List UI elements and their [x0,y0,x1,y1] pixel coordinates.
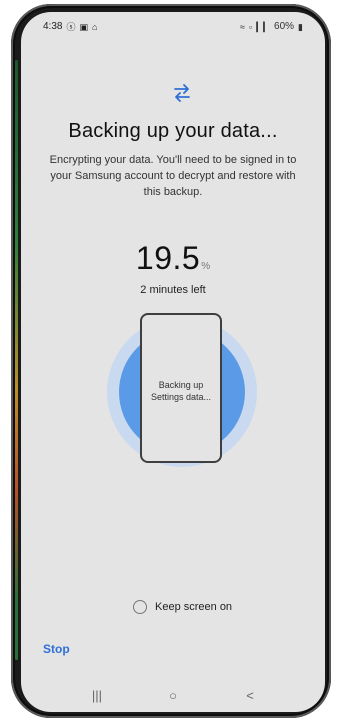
navigation-bar: ||| ○ < [21,680,325,712]
lock-icon: ⌂ [92,21,98,32]
page-subtitle: Encrypting your data. You'll need to be … [49,154,297,198]
status-left: 4:38 ⓢ ▣ ⌂ [43,21,97,32]
keep-screen-on-label: Keep screen on [155,601,233,613]
battery-icon: ▮ [298,21,303,32]
edge-accent [15,60,18,660]
phone-status-label: Backing up Settings data... [142,379,220,403]
keep-screen-on-radio[interactable] [133,600,147,614]
battery-percent: 60% [274,21,295,32]
phone-status-line2: Settings data... [150,392,212,402]
home-icon: ○ [169,687,177,703]
recents-button[interactable]: ||| [85,686,109,704]
progress-value: 19.5 [135,240,201,276]
status-time: 4:38 [43,21,63,32]
progress-readout: 19.5% [21,240,325,277]
wifi-icon: ≈ [240,21,245,32]
signal-bars-icon: ▎▎ [256,21,271,32]
transfer-arrows-icon [174,84,190,102]
status-right: ≈ ▫ ▎▎ 60% ▮ [240,21,303,32]
recents-icon: ||| [91,687,103,703]
back-button[interactable]: < [238,686,262,704]
home-button[interactable]: ○ [161,686,185,704]
back-icon: < [246,687,254,703]
phone-illustration: Backing up Settings data... [140,313,222,463]
signal-s-icon: ⓢ [66,21,76,32]
stop-button[interactable]: Stop [43,642,70,656]
keep-screen-on-option[interactable]: Keep screen on [133,600,232,614]
screen: 4:38 ⓢ ▣ ⌂ ≈ ▫ ▎▎ 60% ▮ Backing up your … [21,12,325,712]
status-bar: 4:38 ⓢ ▣ ⌂ ≈ ▫ ▎▎ 60% ▮ [21,12,325,40]
progress-unit: % [201,261,211,272]
page-title: Backing up your data... [68,120,278,142]
time-remaining: 2 minutes left [140,284,206,296]
phone-status-line1: Backing up [158,380,204,390]
gallery-icon: ▣ [79,21,88,32]
volte-icon: ▫ [248,21,253,32]
